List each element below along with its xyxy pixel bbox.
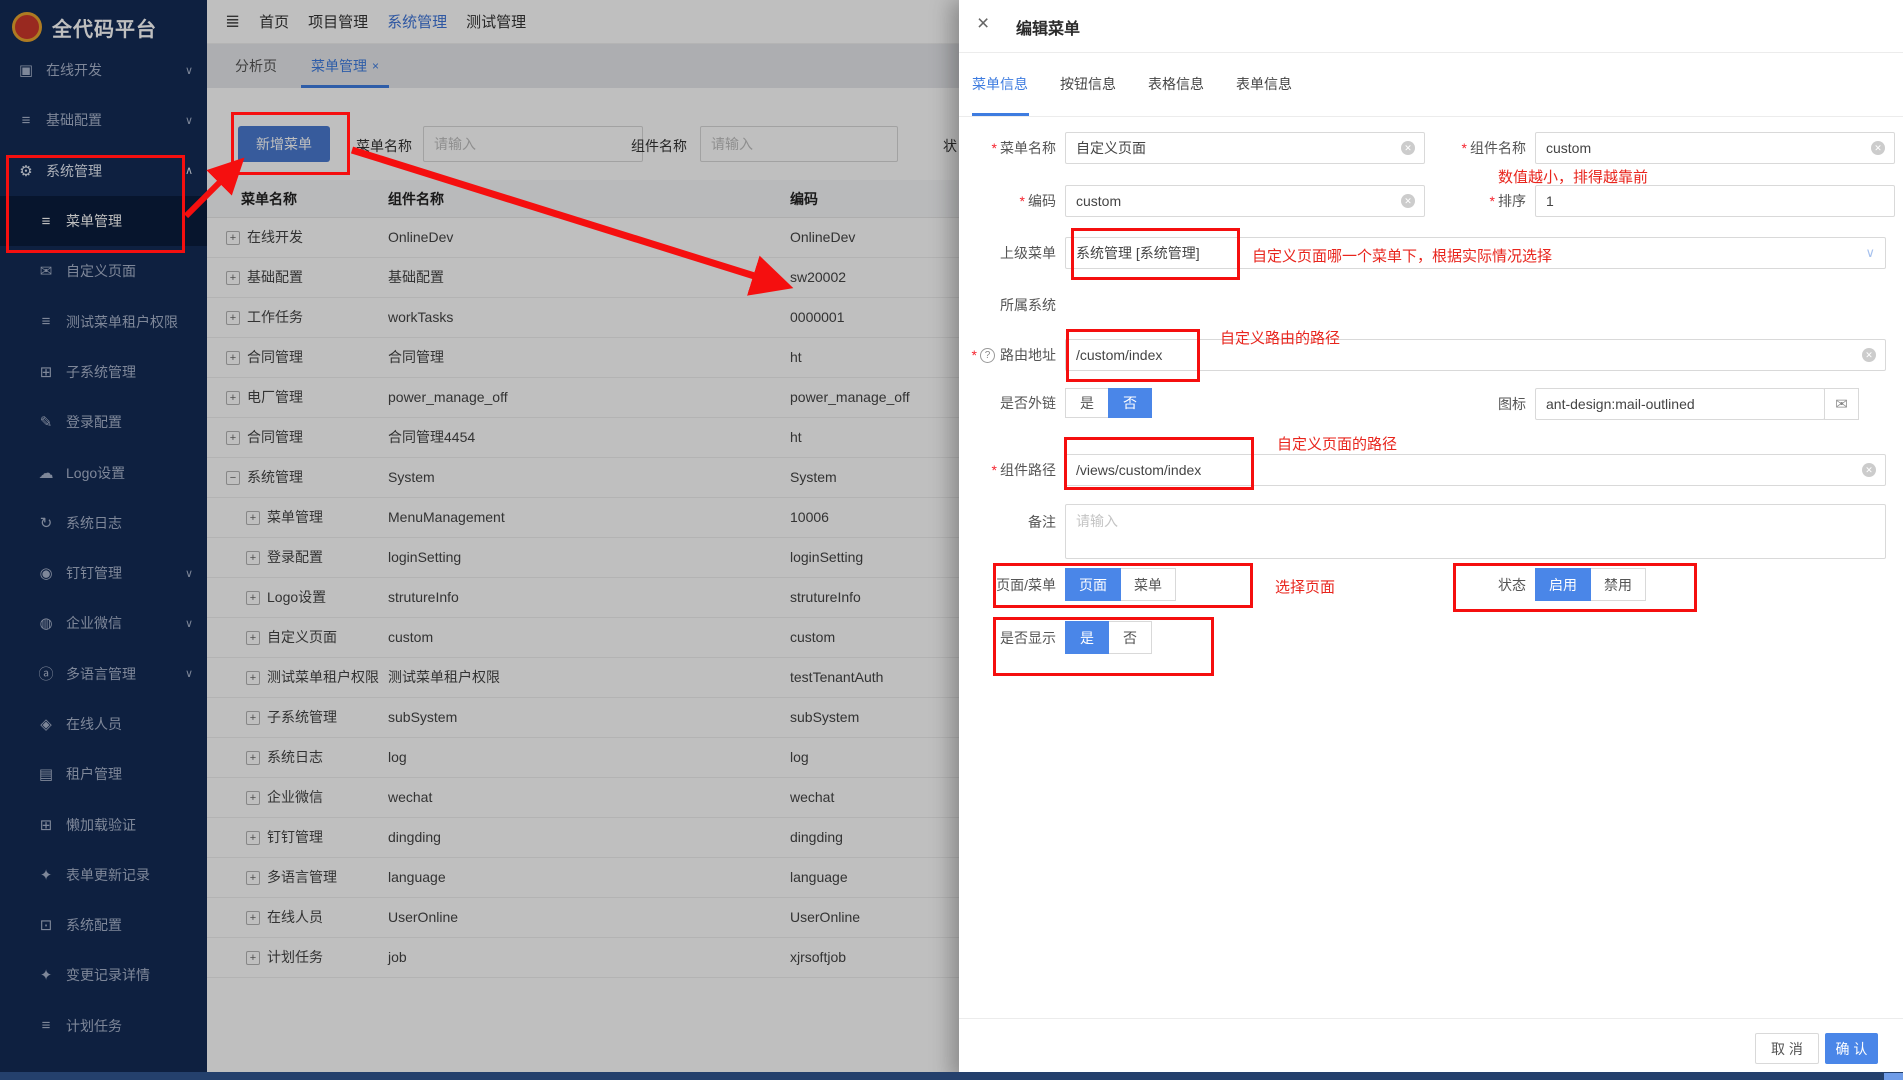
status-toggle: 启用禁用 [1535,568,1646,601]
sort-label: *排序 [1389,191,1535,211]
bottom-strip-highlight [1884,1073,1903,1080]
parent-menu-label: 上级菜单 [959,243,1065,263]
toggle-option-否[interactable]: 否 [1108,621,1152,654]
component-path-label: *组件路径 [959,460,1065,480]
code-input[interactable]: custom ✕ [1065,185,1425,217]
external-link-toggle: 是否 [1065,388,1152,418]
route-input[interactable]: /custom/index ✕ [1065,339,1886,371]
form-row-menu-name: *菜单名称 自定义页面 ✕ [959,132,1425,164]
sort-input[interactable]: 1 [1535,185,1895,217]
visible-label: 是否显示 [959,628,1065,648]
drawer-tabs: 菜单信息按钮信息表格信息表单信息 [959,52,1903,116]
form-row-external-link: 是否外链 是否 [959,388,1152,418]
confirm-button[interactable]: 确 认 [1825,1033,1878,1064]
mail-icon[interactable]: ✉ [1824,388,1859,420]
required-asterisk: * [1020,193,1025,209]
edit-menu-drawer: × 编辑菜单 菜单信息按钮信息表格信息表单信息 *菜单名称 自定义页面 ✕ *组… [959,0,1903,1080]
form-row-code: *编码 custom ✕ [959,185,1425,217]
toggle-option-菜单[interactable]: 菜单 [1120,568,1176,601]
remark-textarea[interactable] [1065,504,1886,559]
component-path-input[interactable]: /views/custom/index ✕ [1065,454,1886,486]
drawer-tab-表单信息[interactable]: 表单信息 [1236,52,1324,116]
drawer-backdrop-mask[interactable] [0,0,959,1080]
parent-menu-select[interactable]: 系统管理 [系统管理] ∨ [1065,237,1886,269]
divider [959,1018,1903,1019]
component-name-input[interactable]: custom ✕ [1535,132,1895,164]
external-link-label: 是否外链 [959,393,1065,413]
drawer-tab-表格信息[interactable]: 表格信息 [1148,52,1236,116]
drawer-tab-菜单信息[interactable]: 菜单信息 [972,52,1060,116]
form-row-parent-menu: 上级菜单 系统管理 [系统管理] ∨ [959,237,1886,269]
clear-icon[interactable]: ✕ [1871,141,1885,155]
bottom-strip [0,1072,1903,1080]
form-row-route: *?路由地址 /custom/index ✕ [959,339,1886,371]
form-row-component-path: *组件路径 /views/custom/index ✕ [959,454,1886,486]
required-asterisk: * [972,347,977,363]
form-row-system: 所属系统 [959,291,1065,319]
help-icon[interactable]: ? [980,348,995,363]
form-row-component-name: *组件名称 custom ✕ [1389,132,1895,164]
menu-name-input[interactable]: 自定义页面 ✕ [1065,132,1425,164]
component-name-label: *组件名称 [1389,138,1535,158]
code-label: *编码 [959,191,1065,211]
menu-name-label: *菜单名称 [959,138,1065,158]
chevron-down-icon: ∨ [1865,245,1875,261]
form-row-page-menu: 页面/菜单 页面菜单 [959,568,1176,601]
clear-icon[interactable]: ✕ [1862,348,1876,362]
form-row-icon: 图标 ant-design:mail-outlined ✉ [1389,388,1859,420]
toggle-option-启用[interactable]: 启用 [1535,568,1591,601]
cancel-button[interactable]: 取 消 [1755,1033,1819,1064]
system-label: 所属系统 [959,295,1065,315]
screen: 全代码平台 ▣在线开发∨≡基础配置∨⚙系统管理∧≡菜单管理✉自定义页面≡测试菜单… [0,0,1903,1080]
form-row-sort: *排序 1 [1389,185,1895,217]
toggle-option-是[interactable]: 是 [1065,388,1109,418]
form-row-status: 状态 启用禁用 [1389,568,1646,601]
clear-icon[interactable]: ✕ [1862,463,1876,477]
drawer-title: 编辑菜单 [1016,15,1080,39]
required-asterisk: * [992,462,997,478]
required-asterisk: * [992,140,997,156]
remark-label: 备注 [959,504,1065,532]
route-label: *?路由地址 [959,345,1065,365]
page-menu-label: 页面/菜单 [959,575,1065,595]
status-label: 状态 [1389,575,1535,595]
required-asterisk: * [1462,140,1467,156]
close-icon[interactable]: × [977,13,989,34]
icon-field-label: 图标 [1389,394,1535,414]
toggle-option-否[interactable]: 否 [1108,388,1152,418]
toggle-option-页面[interactable]: 页面 [1065,568,1121,601]
page-menu-toggle: 页面菜单 [1065,568,1176,601]
form-row-remark: 备注 [959,504,1886,559]
drawer-tab-按钮信息[interactable]: 按钮信息 [1060,52,1148,116]
divider [959,116,1903,117]
toggle-option-是[interactable]: 是 [1065,621,1109,654]
required-asterisk: * [1490,193,1495,209]
icon-input[interactable]: ant-design:mail-outlined [1535,388,1825,420]
form-row-visible: 是否显示 是否 [959,621,1152,654]
visible-toggle: 是否 [1065,621,1152,654]
toggle-option-禁用[interactable]: 禁用 [1590,568,1646,601]
